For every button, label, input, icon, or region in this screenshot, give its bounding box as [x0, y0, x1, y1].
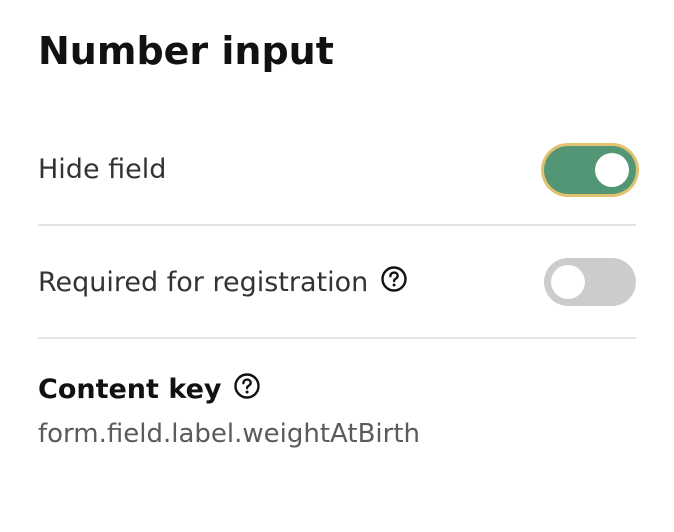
toggle-knob [595, 153, 629, 187]
help-circle-icon[interactable] [380, 265, 408, 293]
content-key-value: form.field.label.weightAtBirth [38, 419, 421, 449]
required-toggle[interactable] [544, 258, 636, 306]
content-key-title-text: Content key [38, 374, 222, 405]
required-label: Required for registration [38, 265, 408, 301]
divider [38, 337, 636, 339]
hide-field-toggle[interactable] [544, 146, 636, 194]
hide-field-row: Hide field [38, 138, 636, 202]
hide-field-label-text: Hide field [38, 154, 167, 185]
toggle-knob [551, 265, 585, 299]
panel-title: Number input [38, 29, 334, 73]
content-key-title: Content key [38, 372, 636, 408]
content-key-section: Content key form.field.label.weightAtBir… [38, 372, 636, 452]
divider [38, 224, 636, 226]
required-label-text: Required for registration [38, 267, 369, 298]
help-circle-icon[interactable] [233, 372, 261, 400]
hide-field-label: Hide field [38, 152, 166, 188]
required-row: Required for registration [38, 250, 636, 314]
